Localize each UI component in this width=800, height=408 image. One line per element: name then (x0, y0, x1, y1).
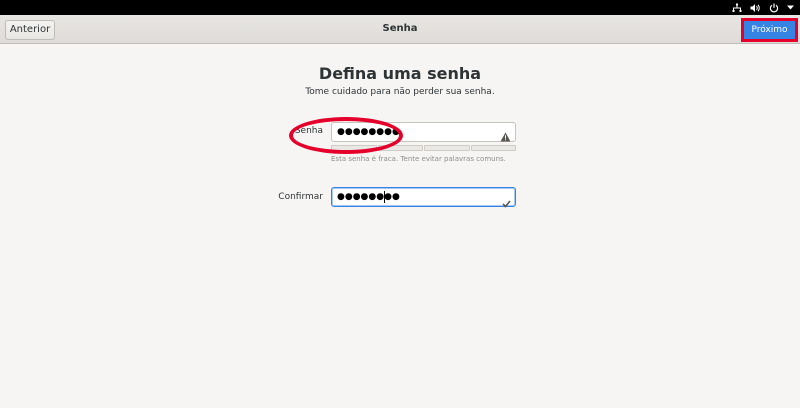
next-button[interactable]: Próximo (744, 21, 795, 39)
network-icon[interactable] (732, 3, 742, 13)
volume-icon[interactable] (750, 3, 761, 13)
password-hint: Esta senha é fraca. Tente evitar palavra… (331, 155, 506, 163)
back-button[interactable]: Anterior (5, 20, 55, 40)
strength-segment (470, 145, 516, 151)
chevron-down-icon[interactable] (787, 5, 794, 10)
header-title: Senha (382, 23, 418, 34)
password-value: ●●●●●●●● (337, 127, 400, 137)
confirm-value: ●●●●●●●● (337, 192, 400, 202)
password-label: Senha (294, 126, 323, 136)
header-bar: Anterior Senha Próximo (0, 15, 800, 44)
power-icon[interactable] (769, 3, 779, 13)
strength-segment (331, 145, 377, 151)
strength-segment (377, 145, 423, 151)
warning-icon (500, 127, 511, 146)
password-field[interactable]: ●●●●●●●● (331, 122, 516, 142)
system-tray[interactable] (732, 1, 794, 14)
page-subtitle: Tome cuidado para não perder sua senha. (305, 87, 495, 97)
password-strength-bar (331, 145, 516, 151)
top-bar (0, 0, 800, 15)
confirm-password-field[interactable]: ●●●●●●●● (331, 187, 516, 208)
text-cursor (384, 191, 385, 203)
page-title: Defina uma senha (318, 64, 482, 83)
confirm-label: Confirmar (278, 192, 323, 202)
check-icon (502, 193, 511, 212)
strength-segment (424, 145, 470, 151)
